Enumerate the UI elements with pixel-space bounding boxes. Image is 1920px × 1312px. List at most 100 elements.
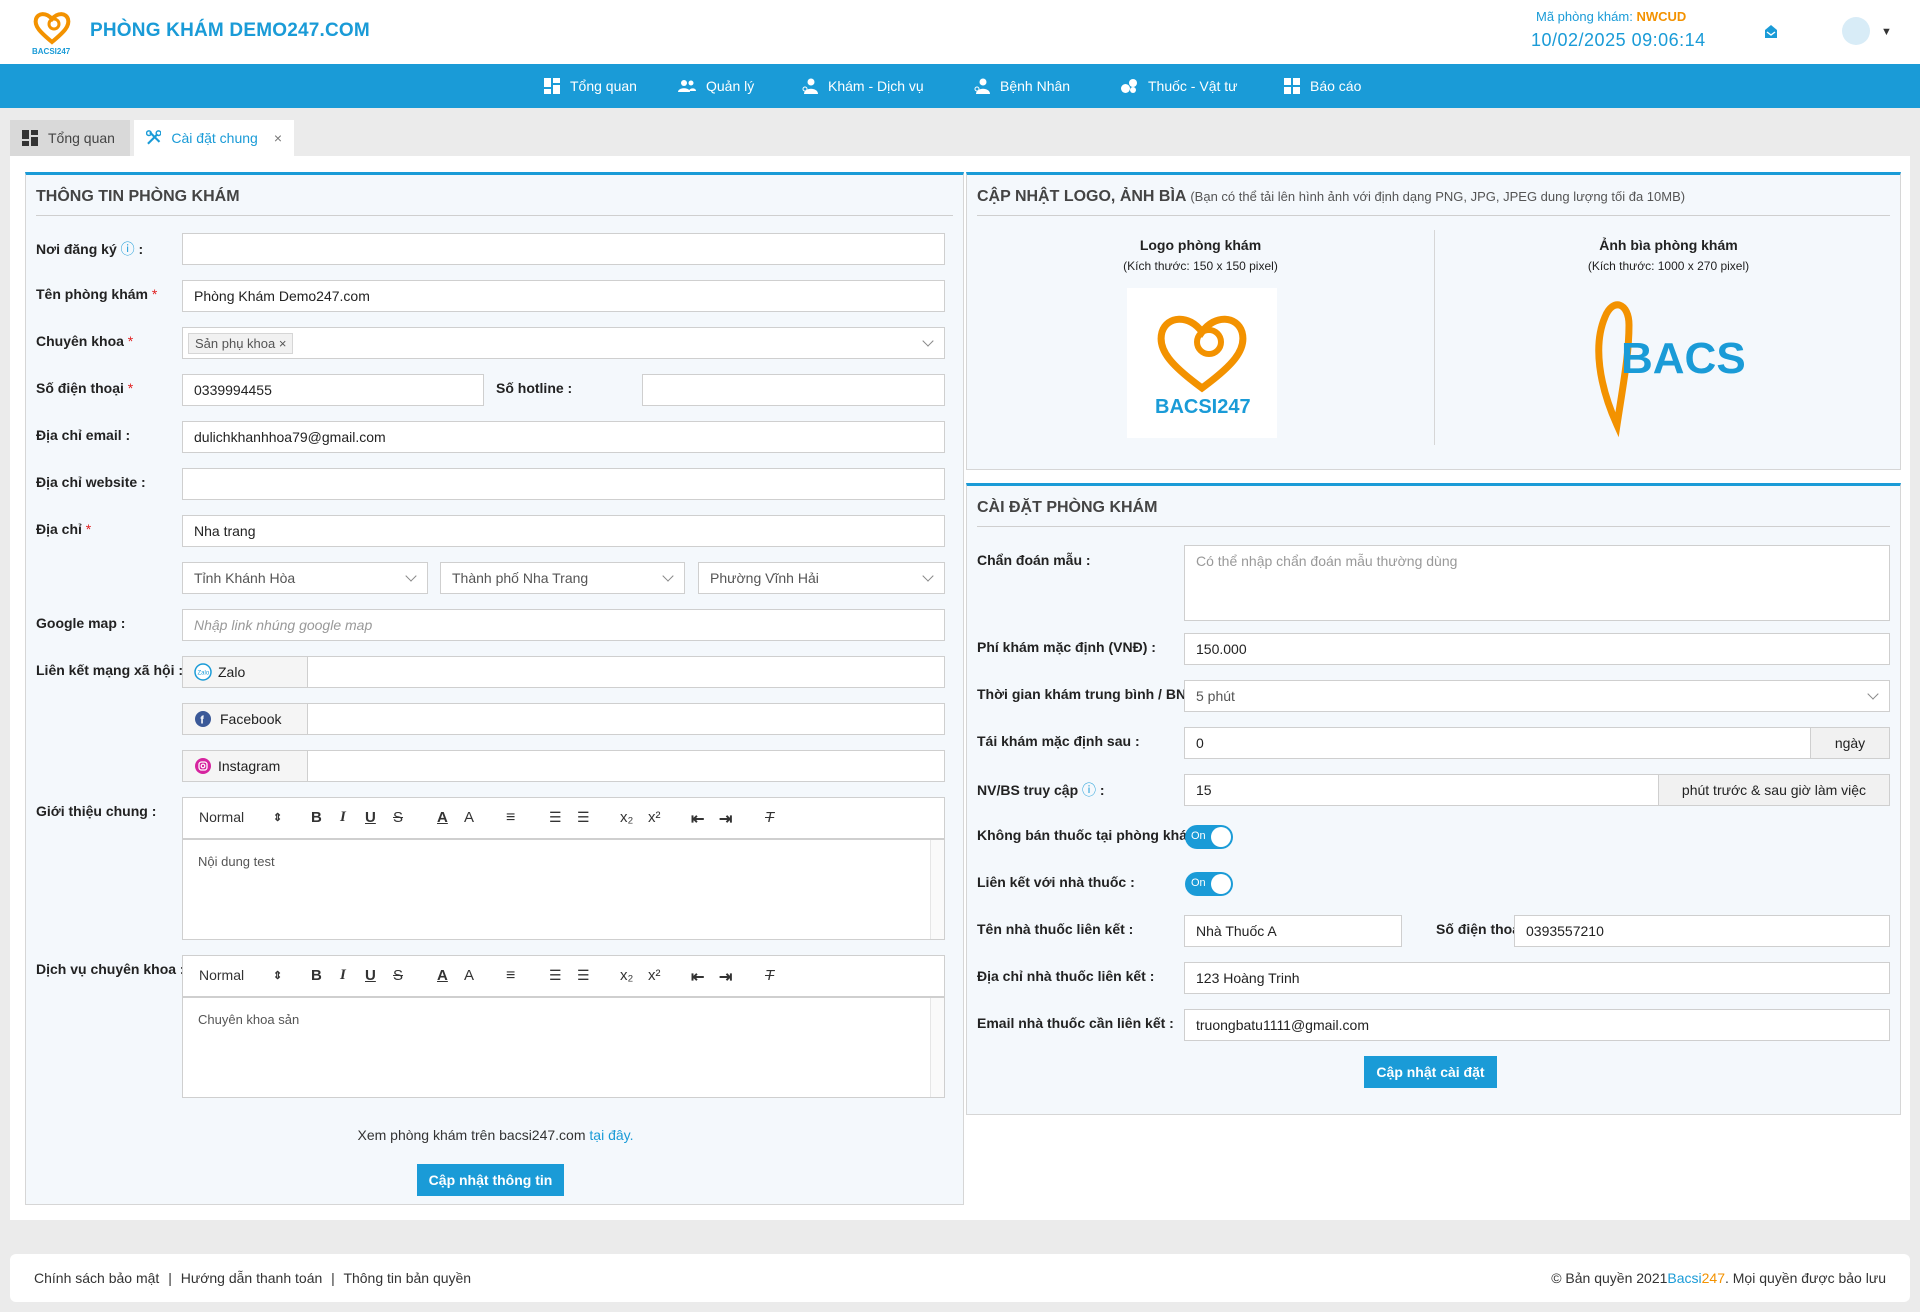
pharmacy-address-field[interactable]: 123 Hoàng Trinh — [1184, 962, 1890, 994]
clinic-logo-image[interactable]: BACSI247 — [1127, 288, 1277, 438]
footer-links: Chính sách bảo mật | Hướng dẫn thanh toá… — [34, 1270, 471, 1286]
nav-item-reports[interactable]: Báo cáo — [1284, 64, 1361, 108]
website-field[interactable] — [182, 468, 945, 500]
strikethrough-icon[interactable]: S — [393, 967, 403, 984]
copyright-info-link[interactable]: Thông tin bản quyền — [343, 1270, 471, 1286]
staff-access-field[interactable]: 15 — [1184, 774, 1659, 806]
province-select[interactable]: Tỉnh Khánh Hòa — [182, 562, 428, 594]
tools-icon — [146, 130, 162, 145]
diagnosis-textarea[interactable]: Có thể nhập chẩn đoán mẫu thường dùng — [1184, 545, 1890, 621]
nav-item-exam-service[interactable]: Khám - Dịch vụ — [802, 64, 924, 108]
facebook-field[interactable] — [307, 703, 945, 735]
tab-label: Cài đặt chung — [171, 130, 258, 146]
underline-icon[interactable]: U — [365, 967, 376, 984]
nav-item-patients[interactable]: Bệnh Nhân — [974, 64, 1070, 108]
format-select-arrows-icon[interactable]: ⇕ — [273, 969, 282, 982]
service-editor[interactable]: Chuyên khoa sản — [182, 997, 945, 1098]
address-field[interactable]: Nha trang — [182, 515, 945, 547]
scrollbar[interactable] — [930, 840, 944, 939]
specialty-tag: Sản phụ khoa × — [188, 332, 294, 354]
phone-field[interactable]: 0339994455 — [182, 374, 484, 406]
avg-time-select[interactable]: 5 phút — [1184, 680, 1890, 712]
brand-part-a: Bacsi — [1667, 1270, 1702, 1286]
registration-field[interactable] — [182, 233, 945, 265]
tab-general-settings[interactable]: Cài đặt chung × — [134, 120, 294, 156]
update-settings-button[interactable]: Cập nhật cài đặt — [1364, 1056, 1497, 1088]
placeholder: Có thể nhập chẩn đoán mẫu thường dùng — [1196, 553, 1458, 569]
link-text: tại đây — [589, 1127, 630, 1143]
remove-tag-icon[interactable]: × — [279, 336, 287, 351]
intro-editor[interactable]: Nội dung test — [182, 839, 945, 940]
format-select-arrows-icon[interactable]: ⇕ — [273, 811, 282, 824]
clear-format-icon[interactable]: T — [765, 809, 774, 826]
underline-icon[interactable]: U — [365, 809, 376, 826]
city-select[interactable]: Thành phố Nha Trang — [440, 562, 685, 594]
default-fee-field[interactable]: 150.000 — [1184, 633, 1890, 665]
strikethrough-icon[interactable]: S — [393, 809, 403, 826]
zalo-field[interactable] — [307, 656, 945, 688]
notification-icon[interactable] — [1764, 24, 1778, 40]
align-icon[interactable]: ≡ — [506, 967, 515, 985]
clinic-name-field[interactable]: Phòng Khám Demo247.com — [182, 280, 945, 312]
format-select[interactable]: Normal — [199, 809, 244, 825]
clear-format-icon[interactable]: T — [765, 967, 774, 984]
indent-icon[interactable]: ⇥ — [719, 809, 732, 829]
specialty-select[interactable]: Sản phụ khoa × — [182, 327, 945, 359]
close-icon[interactable]: × — [274, 130, 282, 146]
subscript-icon[interactable]: x₂ — [620, 967, 633, 984]
info-icon[interactable]: ⓘ — [1082, 782, 1096, 798]
label-text: Không bán thuốc tại phòng khám — [977, 827, 1200, 843]
subscript-icon[interactable]: x₂ — [620, 809, 633, 826]
bold-icon[interactable]: B — [311, 809, 322, 826]
google-map-field[interactable]: Nhập link nhúng google map — [182, 609, 945, 641]
italic-icon[interactable]: I — [340, 809, 346, 826]
bold-icon[interactable]: B — [311, 967, 322, 984]
superscript-icon[interactable]: x² — [648, 967, 661, 984]
nav-label: Báo cáo — [1310, 78, 1362, 94]
payment-guide-link[interactable]: Hướng dẫn thanh toán — [181, 1270, 323, 1286]
highlight-color-icon[interactable]: A — [464, 967, 474, 984]
pharmacy-email-label: Email nhà thuốc cần liên kết : — [977, 1015, 1174, 1031]
highlight-color-icon[interactable]: A — [464, 809, 474, 826]
bullet-list-icon[interactable]: ☰ — [577, 809, 590, 826]
label-text: NV/BS truy cập — [977, 782, 1079, 798]
nav-item-overview[interactable]: Tổng quan — [544, 64, 637, 108]
nav-item-drugs-supplies[interactable]: Thuốc - Vật tư — [1120, 64, 1238, 108]
pharmacy-phone-field[interactable]: 0393557210 — [1514, 915, 1890, 947]
text-color-icon[interactable]: A — [437, 967, 448, 984]
text-color-icon[interactable]: A — [437, 809, 448, 826]
privacy-policy-link[interactable]: Chính sách bảo mật — [34, 1270, 159, 1286]
label-text: Số điện thoại — [1436, 921, 1524, 937]
toggle-knob — [1211, 874, 1231, 894]
pharmacy-link-toggle[interactable]: On — [1185, 872, 1233, 896]
clinic-cover-image[interactable]: BACSI247 — [1589, 285, 1745, 445]
update-info-button[interactable]: Cập nhật thông tin — [417, 1164, 564, 1196]
no-drug-sale-toggle[interactable]: On — [1185, 825, 1233, 849]
pharmacy-name-field[interactable]: Nhà Thuốc A — [1184, 915, 1402, 947]
nav-item-management[interactable]: Quản lý — [678, 64, 754, 108]
chevron-down-icon[interactable]: ▼ — [1881, 26, 1892, 38]
outdent-icon[interactable]: ⇤ — [691, 967, 704, 987]
format-select[interactable]: Normal — [199, 967, 244, 983]
toggle-knob — [1211, 827, 1231, 847]
pharmacy-email-field[interactable]: truongbatu1111@gmail.com — [1184, 1009, 1890, 1041]
italic-icon[interactable]: I — [340, 967, 346, 984]
ward-select[interactable]: Phường Vĩnh Hải — [698, 562, 945, 594]
user-avatar[interactable] — [1842, 17, 1870, 45]
hotline-field[interactable] — [642, 374, 945, 406]
bullet-list-icon[interactable]: ☰ — [577, 967, 590, 984]
indent-icon[interactable]: ⇥ — [719, 967, 732, 987]
ordered-list-icon[interactable]: ☰ — [549, 967, 562, 984]
revisit-field[interactable]: 0 — [1184, 727, 1811, 759]
outdent-icon[interactable]: ⇤ — [691, 809, 704, 829]
clinic-logo[interactable]: BACSI247 — [30, 8, 74, 56]
view-clinic-link[interactable]: tại đây. — [589, 1127, 633, 1143]
ordered-list-icon[interactable]: ☰ — [549, 809, 562, 826]
info-icon[interactable]: ⓘ — [121, 241, 135, 257]
tab-overview[interactable]: Tổng quan — [10, 120, 130, 156]
align-icon[interactable]: ≡ — [506, 809, 515, 827]
superscript-icon[interactable]: x² — [648, 809, 661, 826]
email-field[interactable]: dulichkhanhhoa79@gmail.com — [182, 421, 945, 453]
scrollbar[interactable] — [930, 998, 944, 1097]
instagram-field[interactable] — [307, 750, 945, 782]
